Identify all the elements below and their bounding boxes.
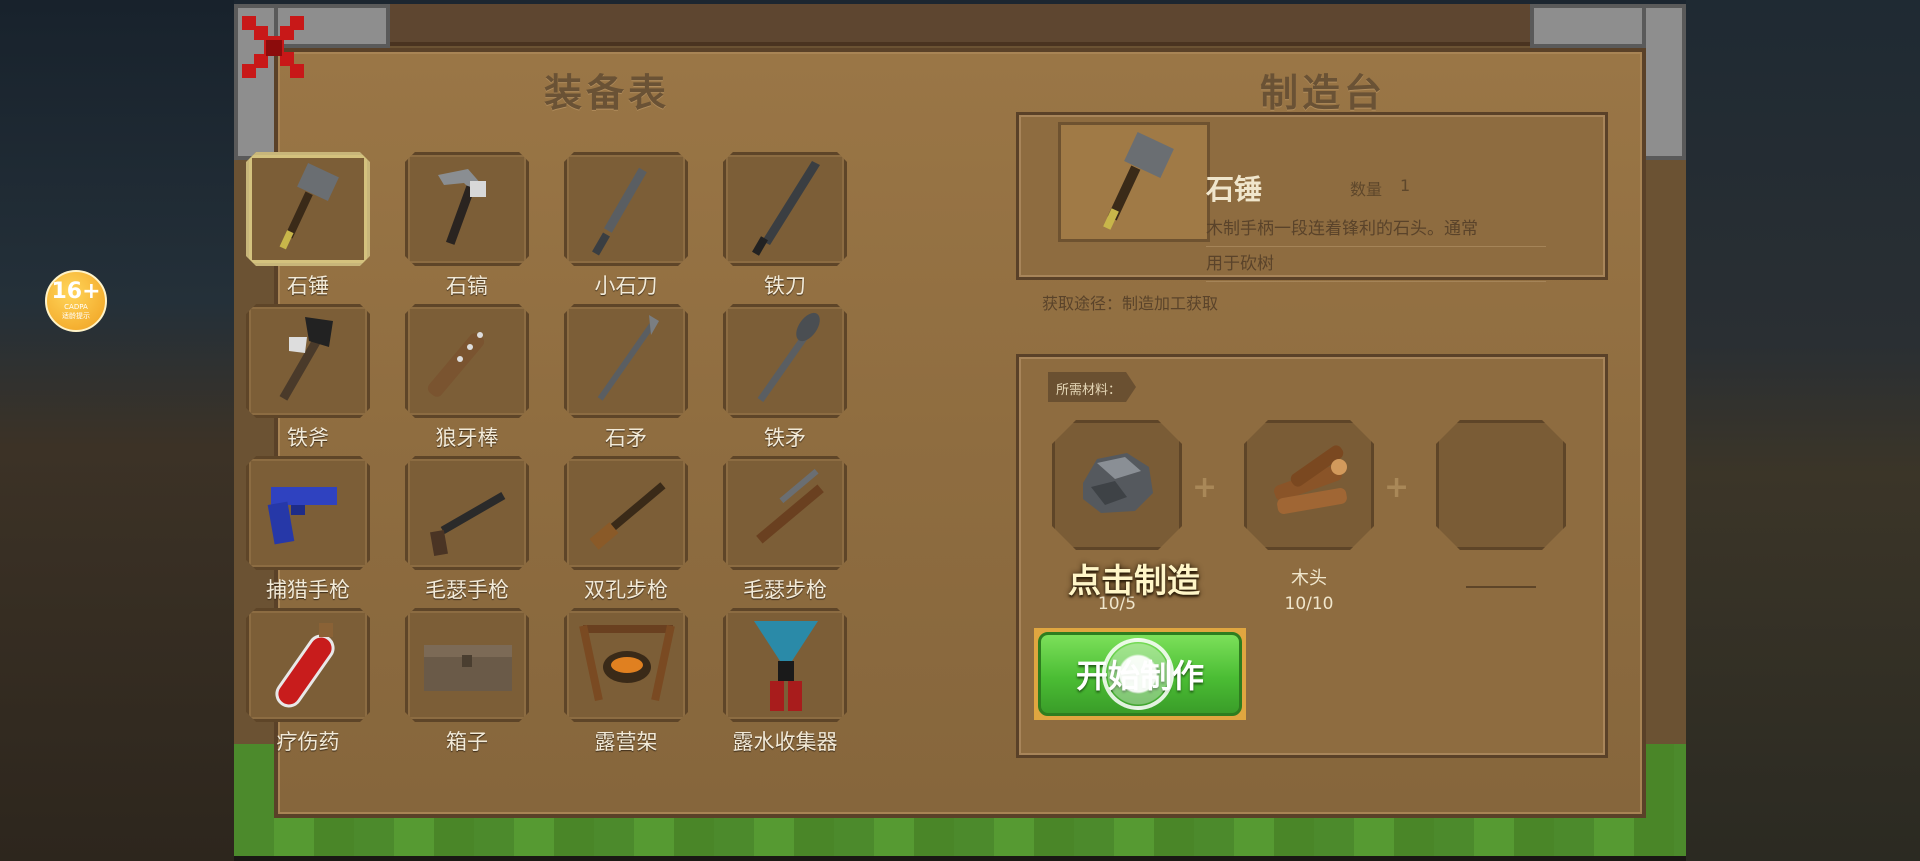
item-slot-double-barrel-rifle[interactable] [564, 456, 688, 570]
stone-hammer-icon [1103, 132, 1174, 230]
age-rating-text: 16+ [51, 279, 101, 304]
item-slot-stone-pickaxe[interactable] [405, 152, 529, 266]
item-slot-healing-potion[interactable] [246, 608, 370, 722]
item-description: 木制手柄一段连着锋利的石头。通常 用于砍树 [1206, 212, 1546, 282]
materials-tag: 所需材料： [1048, 372, 1136, 402]
quantity-value: 1 [1400, 176, 1411, 195]
age-rating-line1: CADPA [64, 303, 88, 311]
frame-top-bar [234, 4, 1686, 46]
material-empty-line [1466, 586, 1536, 588]
touch-indicator [1102, 638, 1174, 710]
campfire-rack-icon [567, 611, 685, 719]
item-slot-dew-collector[interactable] [723, 608, 847, 722]
iron-sword-icon [726, 155, 844, 263]
item-slot-stone-hammer[interactable] [246, 152, 370, 266]
item-slot-campfire-rack[interactable] [564, 608, 688, 722]
stone-hammer-icon [249, 155, 367, 263]
item-label: 铁矛 [764, 426, 806, 450]
stone-icon [1055, 423, 1179, 547]
item-label: 小石刀 [594, 274, 658, 298]
item-label: 毛瑟步枪 [743, 578, 827, 602]
item-slot-iron-sword[interactable] [723, 152, 847, 266]
item-label: 毛瑟手枪 [425, 578, 509, 602]
item-slot-chest[interactable] [405, 608, 529, 722]
item-source: 获取途径：制造加工获取 [1042, 294, 1219, 313]
material-name-wood: 木头 [1291, 568, 1327, 589]
item-slot-hunting-pistol[interactable] [246, 456, 370, 570]
background-left [0, 0, 234, 861]
corner-top-right-vertical [1642, 4, 1686, 160]
item-slot-spiked-club[interactable] [405, 304, 529, 418]
item-slot-iron-axe[interactable] [246, 304, 370, 418]
crafting-window: 装备表 制造台 石锤 石镐 小石刀 铁刀 铁斧 狼牙棒 石矛 铁矛 捕猎手枪 毛瑟手枪 双孔步枪 毛瑟… [234, 4, 1686, 856]
item-label: 露营架 [594, 730, 658, 754]
stone-pickaxe-icon [408, 155, 526, 263]
equipment-title: 装备表 [544, 71, 671, 115]
item-slot-mauser-rifle[interactable] [723, 456, 847, 570]
selected-item-name: 石锤 [1206, 173, 1263, 206]
selected-item-icon [1058, 122, 1210, 242]
item-label: 箱子 [446, 730, 488, 754]
quantity-label: 数量 [1350, 180, 1383, 199]
item-slot-stone-spear[interactable] [564, 304, 688, 418]
item-slot-mauser-pistol[interactable] [405, 456, 529, 570]
game-screen: 16+ CADPA 适龄提示 装备表 制造台 石锤 石镐 小石刀 铁刀 铁斧 狼牙棒 石矛铁… [0, 0, 1920, 861]
plus-icon: + [1384, 470, 1410, 505]
material-slot-empty[interactable] [1436, 420, 1566, 550]
stone-spear-icon [567, 307, 685, 415]
close-x-icon[interactable] [236, 10, 312, 86]
chest-icon [408, 611, 526, 719]
wood-log-icon [1247, 423, 1371, 547]
age-rating-line2: 适龄提示 [62, 312, 90, 320]
dew-collector-icon [726, 611, 844, 719]
age-rating-badge: 16+ CADPA 适龄提示 [45, 270, 107, 332]
plus-icon: + [1192, 470, 1218, 505]
item-label: 石矛 [605, 426, 647, 450]
healing-potion-icon [249, 611, 367, 719]
tap-to-craft-hint: 点击制造 [1068, 561, 1200, 600]
item-description-line1: 木制手柄一段连着锋利的石头。通常 [1206, 212, 1546, 247]
material-slot-wood[interactable] [1244, 420, 1374, 550]
small-stone-knife-icon [567, 155, 685, 263]
item-label: 疗伤药 [276, 730, 340, 754]
item-label: 双孔步枪 [584, 578, 668, 602]
hunting-pistol-icon [249, 459, 367, 567]
item-label: 石镐 [446, 274, 488, 298]
spiked-club-icon [408, 307, 526, 415]
material-count-wood: 10/10 [1284, 594, 1334, 614]
material-slot-stone[interactable] [1052, 420, 1182, 550]
double-barrel-rifle-icon [567, 459, 685, 567]
background-right [1686, 0, 1920, 861]
iron-spear-icon [726, 307, 844, 415]
item-label: 石锤 [287, 274, 329, 298]
iron-axe-icon [249, 307, 367, 415]
workbench-title: 制造台 [1260, 71, 1387, 115]
item-label: 捕猎手枪 [266, 578, 350, 602]
item-label: 铁斧 [287, 426, 329, 450]
item-description-line2: 用于砍树 [1206, 247, 1546, 282]
item-label: 露水收集器 [732, 730, 838, 754]
item-slot-iron-spear[interactable] [723, 304, 847, 418]
item-slot-small-stone-knife[interactable] [564, 152, 688, 266]
item-label: 狼牙棒 [435, 426, 499, 450]
item-label: 铁刀 [764, 274, 806, 298]
mauser-pistol-icon [408, 459, 526, 567]
mauser-rifle-icon [726, 459, 844, 567]
